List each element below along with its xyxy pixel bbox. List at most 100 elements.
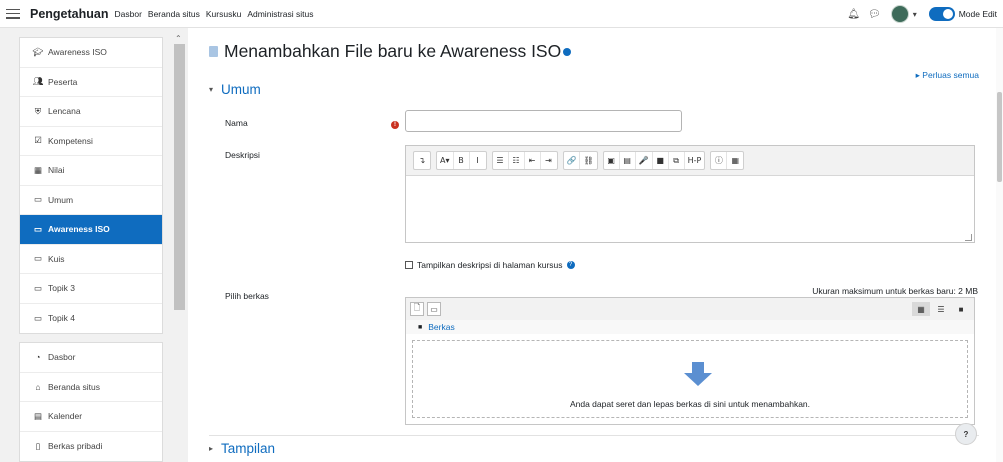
- drawer-item-label: Awareness ISO: [48, 224, 110, 235]
- main-content: Menambahkan File baru ke Awareness ISO ▸…: [188, 28, 1003, 462]
- toolbar-button[interactable]: ☷: [509, 152, 525, 169]
- toolbar-group: ↴: [413, 151, 431, 170]
- toolbar-button[interactable]: H-P: [685, 152, 705, 169]
- toolbar-group: ☰ ☷ ⇤ ⇥: [491, 151, 558, 170]
- section-general-toggle[interactable]: ▾ Umum: [209, 82, 261, 97]
- drawer-item-dasbor[interactable]: ◔ Dasbor: [20, 343, 162, 373]
- page-scroll-thumb[interactable]: [997, 92, 1002, 182]
- checkbox-icon: ☑: [34, 135, 42, 146]
- help-button[interactable]: ?: [955, 423, 977, 445]
- drawer-item-awareness-iso-course[interactable]: 🎓︎ Awareness ISO: [20, 38, 162, 68]
- toolbar-button[interactable]: ⇤: [525, 152, 541, 169]
- toolbar-button[interactable]: ⓘ: [711, 152, 728, 169]
- nav-link-kursusku[interactable]: Kursusku: [206, 9, 241, 19]
- page-title: Menambahkan File baru ke Awareness ISO: [209, 41, 572, 62]
- toolbar-button[interactable]: ■: [653, 152, 669, 169]
- expand-all-link[interactable]: ▸ Perluas semua: [916, 70, 979, 81]
- tree-view-icon[interactable]: ■: [952, 302, 970, 316]
- drawer-scroll-thumb[interactable]: [174, 44, 185, 310]
- drawer-item-umum[interactable]: ▭ Umum: [20, 186, 162, 215]
- show-description-label[interactable]: Tampilkan deskripsi di halaman kursus: [417, 260, 563, 270]
- folder-icon: ▭: [33, 312, 43, 323]
- avatar[interactable]: [890, 5, 909, 23]
- table-icon: ▦: [33, 164, 43, 175]
- folder-icon: ▭: [33, 194, 43, 205]
- show-description-checkbox[interactable]: [405, 261, 413, 269]
- drawer-item-peserta[interactable]: 👥︎ Peserta: [20, 68, 162, 97]
- page-scrollbar[interactable]: [996, 28, 1003, 462]
- files-root-link[interactable]: Berkas: [428, 322, 454, 332]
- chevron-right-icon: ▸: [209, 444, 214, 453]
- toolbar-button[interactable]: B: [454, 152, 470, 169]
- drawer-item-berkas-pribadi[interactable]: ▯ Berkas pribadi: [20, 432, 162, 462]
- drawer-item-nilai[interactable]: ▦ Nilai: [20, 156, 162, 186]
- toolbar-button[interactable]: ⇥: [541, 152, 557, 169]
- toolbar-group: ⓘ ▦: [710, 151, 745, 170]
- site-brand[interactable]: Pengetahuan: [30, 7, 109, 21]
- drawer-item-kalender[interactable]: ▤ Kalender: [20, 402, 162, 432]
- add-file-button[interactable]: 🗋︎: [410, 302, 424, 316]
- drawer-item-label: Umum: [48, 194, 74, 205]
- toolbar-button[interactable]: ⧉: [669, 152, 685, 169]
- drawer-item-beranda-situs[interactable]: ⌂ Beranda situs: [20, 373, 162, 402]
- description-editor[interactable]: ↴ A▾ B I ☰ ☷ ⇤ ⇥ 🔗 ⛓ ▣ ▤ 🎤 ■ ⧉ H-P ⓘ ▦: [405, 145, 975, 243]
- drawer-item-kompetensi[interactable]: ☑ Kompetensi: [20, 127, 162, 156]
- nav-link-administrasi-situs[interactable]: Administrasi situs: [247, 9, 313, 19]
- folder-icon: ▭: [33, 282, 43, 293]
- drawer-item-awareness-iso-section[interactable]: ▭ Awareness ISO: [20, 215, 162, 245]
- drawer-item-topik-3[interactable]: ▭ Topik 3: [20, 274, 162, 304]
- required-icon: !: [391, 121, 399, 129]
- description-textarea[interactable]: [406, 176, 974, 243]
- edit-mode-toggle[interactable]: [928, 7, 955, 21]
- toolbar-button[interactable]: ☰: [493, 152, 509, 169]
- resize-handle-icon[interactable]: [965, 234, 972, 241]
- create-folder-button[interactable]: ▭: [427, 302, 441, 316]
- drawer-item-lencana[interactable]: ⛨ Lencana: [20, 97, 162, 127]
- toolbar-group: A▾ B I: [436, 151, 487, 170]
- drawer-scrollbar[interactable]: ⌃ ⌄: [172, 34, 187, 462]
- section-appearance-toggle[interactable]: ▸ Tampilan: [209, 441, 275, 456]
- toolbar-button[interactable]: ▤: [620, 152, 636, 169]
- section-appearance-title: Tampilan: [221, 441, 276, 456]
- toolbar-button[interactable]: 🔗: [564, 152, 581, 169]
- icon-view-icon[interactable]: ▦: [912, 302, 930, 316]
- help-icon[interactable]: [563, 47, 572, 56]
- list-view-icon[interactable]: ☰: [932, 302, 950, 316]
- chevron-down-icon[interactable]: ⌄: [175, 457, 182, 462]
- chat-icon[interactable]: 💬︎: [868, 9, 881, 20]
- show-description-row: Tampilkan deskripsi di halaman kursus ?: [405, 260, 575, 270]
- bell-icon[interactable]: 🔔︎: [847, 9, 860, 20]
- chevron-down-icon[interactable]: ▾: [913, 10, 917, 19]
- drawer-item-topik-4[interactable]: ▭ Topik 4: [20, 304, 162, 334]
- nav-link-beranda-situs[interactable]: Beranda situs: [148, 9, 200, 19]
- menu-icon[interactable]: [6, 8, 20, 19]
- dashboard-icon: ◔: [35, 352, 41, 363]
- toolbar-button[interactable]: ⛓: [580, 152, 596, 169]
- toolbar-button[interactable]: ↴: [414, 152, 430, 169]
- toolbar-button[interactable]: A▾: [437, 152, 454, 169]
- toolbar-button[interactable]: 🎤: [636, 152, 653, 169]
- drawer-item-kuis[interactable]: ▭ Kuis: [20, 245, 162, 274]
- drawer-item-label: Dasbor: [48, 352, 76, 363]
- toolbar-button[interactable]: ▦: [727, 152, 743, 169]
- drawer-item-label: Nilai: [48, 165, 65, 176]
- page-title-text: Menambahkan File baru ke Awareness ISO: [224, 41, 562, 61]
- top-navbar: Pengetahuan Dasbor Beranda situs Kursusk…: [0, 0, 1003, 28]
- help-icon[interactable]: ?: [566, 261, 575, 269]
- toolbar-button[interactable]: ▣: [604, 152, 620, 169]
- name-input[interactable]: [405, 110, 682, 132]
- nav-link-dasbor[interactable]: Dasbor: [115, 9, 142, 19]
- max-upload-size: Ukuran maksimum untuk berkas baru: 2 MB: [812, 286, 978, 296]
- file-icon: ▯: [35, 440, 41, 451]
- drop-arrow-icon: [684, 362, 712, 386]
- name-label: Nama: [225, 118, 248, 128]
- dropzone-text: Anda dapat seret dan lepas berkas di sin…: [569, 399, 811, 409]
- file-dropzone[interactable]: Anda dapat seret dan lepas berkas di sin…: [412, 340, 968, 418]
- view-switcher: ▦ ☰ ■: [910, 302, 970, 316]
- drawer-item-label: Kalender: [48, 411, 83, 422]
- course-drawer: 🎓︎ Awareness ISO 👥︎ Peserta ⛨ Lencana ☑ Komp…: [0, 28, 188, 462]
- chevron-up-icon[interactable]: ⌃: [175, 34, 182, 43]
- toolbar-button[interactable]: I: [470, 152, 486, 169]
- toolbar-group: 🔗 ⛓: [562, 151, 598, 170]
- site-nav-group: ◔ Dasbor ⌂ Beranda situs ▤ Kalender ▯ Berkas…: [19, 342, 163, 462]
